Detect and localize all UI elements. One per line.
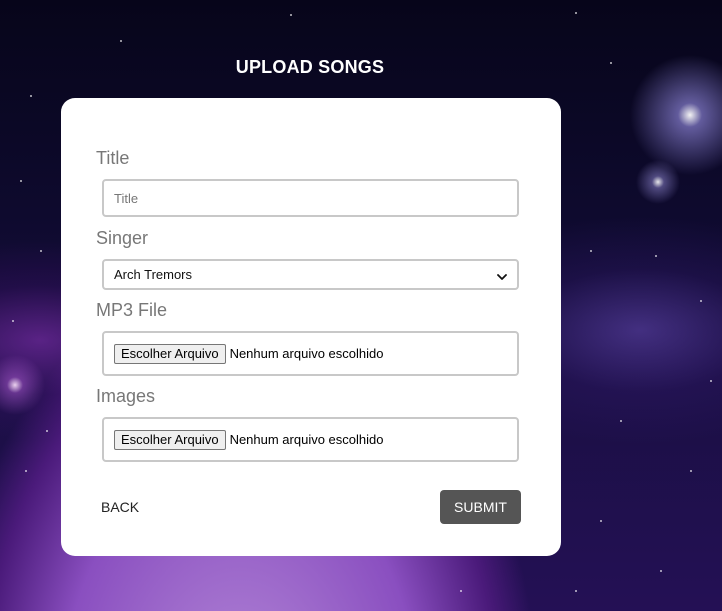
upload-form-card: Title Singer Arch Tremors MP3 File Escol…	[61, 98, 561, 556]
singer-label: Singer	[96, 228, 149, 248]
mp3-file-input: Escolher Arquivo Nenhum arquivo escolhid…	[102, 331, 519, 376]
star	[12, 320, 14, 322]
singer-selected-value: Arch Tremors	[114, 267, 193, 282]
back-button[interactable]: BACK	[101, 499, 139, 515]
chevron-down-icon	[497, 270, 507, 280]
images-label: Images	[96, 386, 156, 406]
star	[590, 250, 592, 252]
star	[700, 300, 702, 302]
star	[290, 14, 292, 16]
title-input[interactable]	[102, 179, 519, 217]
mp3-file-label: MP3 File	[96, 300, 168, 320]
star	[25, 470, 27, 472]
images-file-status: Nenhum arquivo escolhido	[229, 432, 384, 447]
star	[575, 12, 577, 14]
star	[30, 95, 32, 97]
star	[460, 590, 462, 592]
star	[120, 40, 122, 42]
page-title: UPLOAD SONGS	[235, 57, 385, 77]
star	[660, 570, 662, 572]
star	[690, 470, 692, 472]
star	[600, 520, 602, 522]
singer-select[interactable]: Arch Tremors	[102, 259, 519, 290]
title-label: Title	[96, 148, 130, 168]
star	[710, 380, 712, 382]
star	[46, 430, 48, 432]
images-file-input: Escolher Arquivo Nenhum arquivo escolhid…	[102, 417, 519, 462]
star	[655, 255, 657, 257]
star	[575, 590, 577, 592]
star	[20, 180, 22, 182]
mp3-file-status: Nenhum arquivo escolhido	[229, 346, 384, 361]
star	[620, 420, 622, 422]
images-choose-file-button[interactable]: Escolher Arquivo	[114, 429, 226, 450]
submit-button[interactable]: SUBMIT	[440, 490, 521, 524]
mp3-choose-file-button[interactable]: Escolher Arquivo	[114, 343, 226, 364]
star	[40, 250, 42, 252]
